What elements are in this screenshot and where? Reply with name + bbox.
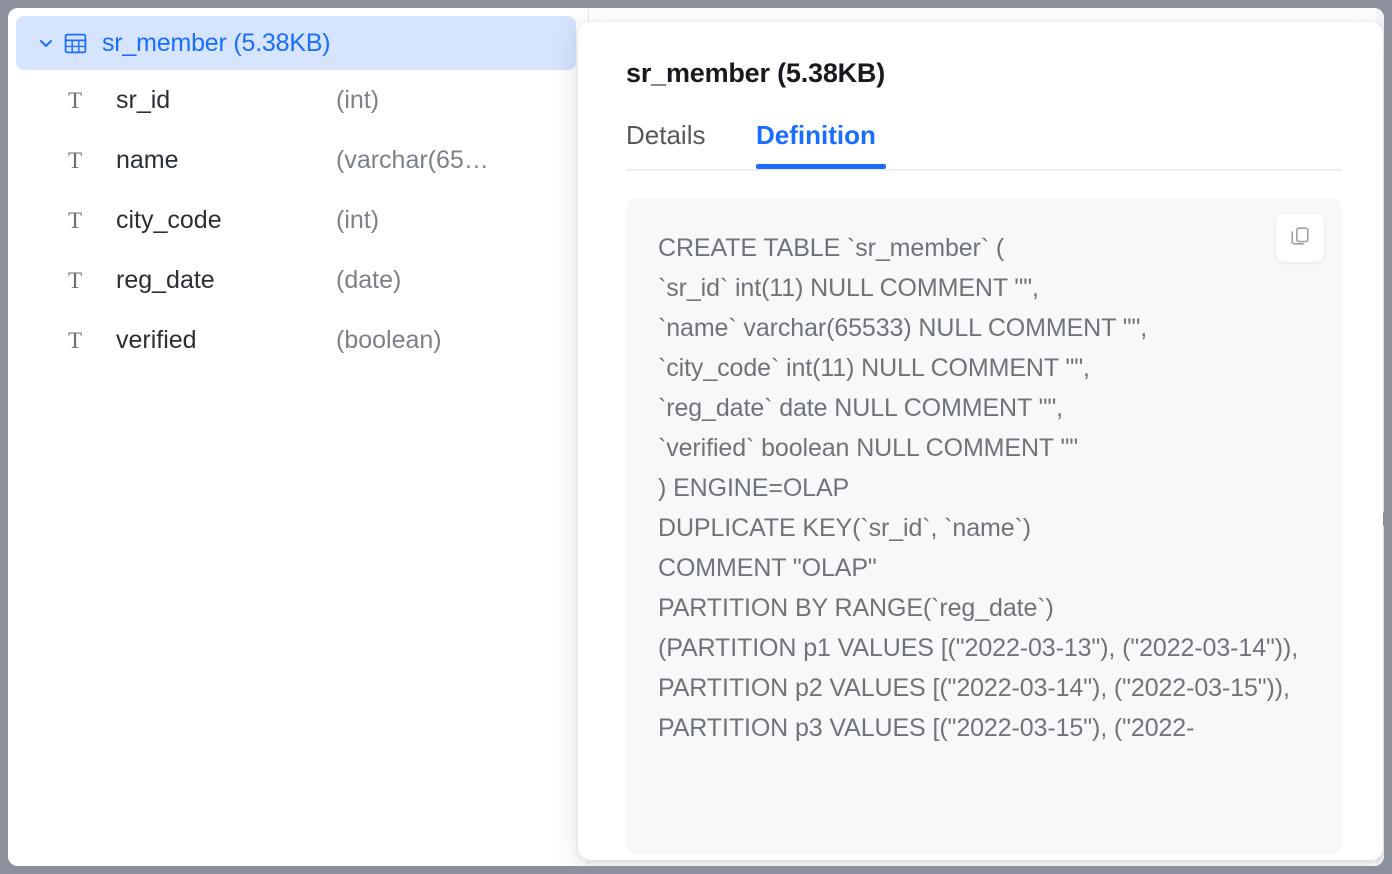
column-type: (varchar(65… — [336, 146, 489, 175]
tree-item-table-sr_member[interactable]: sr_member (5.38KB) — [16, 16, 576, 70]
app-window: ı sr_member (5. — [0, 0, 1392, 874]
copy-button[interactable] — [1276, 214, 1324, 262]
text-type-icon: T — [62, 149, 88, 172]
tab-details[interactable]: Details — [626, 120, 705, 167]
column-type: (boolean) — [336, 326, 442, 355]
tree-item-column[interactable]: T city_code (int) — [8, 190, 588, 250]
table-detail-popup: sr_member (5.38KB) Details Definition CR… — [578, 22, 1383, 860]
tree-item-column[interactable]: T reg_date (date) — [8, 250, 588, 310]
column-name: city_code — [116, 206, 336, 235]
definition-code-block: CREATE TABLE `sr_member` ( `sr_id` int(1… — [626, 198, 1342, 854]
chevron-down-icon[interactable] — [36, 33, 56, 53]
window-surface: ı sr_member (5. — [8, 8, 1384, 866]
column-type: (int) — [336, 206, 379, 235]
tree-item-column[interactable]: T verified (boolean) — [8, 310, 588, 370]
text-type-icon: T — [62, 209, 88, 232]
column-name: name — [116, 146, 336, 175]
column-type: (date) — [336, 266, 401, 295]
table-grid-icon — [62, 31, 88, 56]
text-type-icon: T — [62, 269, 88, 292]
popup-tabs: Details Definition — [626, 120, 1342, 180]
column-name: sr_id — [116, 86, 336, 115]
tab-definition[interactable]: Definition — [756, 120, 876, 167]
column-type: (int) — [336, 86, 379, 115]
copy-icon — [1289, 225, 1311, 252]
column-name: reg_date — [116, 266, 336, 295]
column-name: verified — [116, 326, 336, 355]
definition-sql-text: CREATE TABLE `sr_member` ( `sr_id` int(1… — [626, 198, 1342, 748]
tree-item-column[interactable]: T sr_id (int) — [8, 70, 588, 130]
text-type-icon: T — [62, 89, 88, 112]
tree-table-label: sr_member (5.38KB) — [102, 29, 330, 58]
schema-tree-panel: sr_member (5.38KB) T sr_id (int) T name … — [8, 8, 588, 866]
popup-title: sr_member (5.38KB) — [626, 58, 885, 89]
tabs-divider — [626, 169, 1342, 171]
tree-item-column[interactable]: T name (varchar(65… — [8, 130, 588, 190]
text-type-icon: T — [62, 329, 88, 352]
